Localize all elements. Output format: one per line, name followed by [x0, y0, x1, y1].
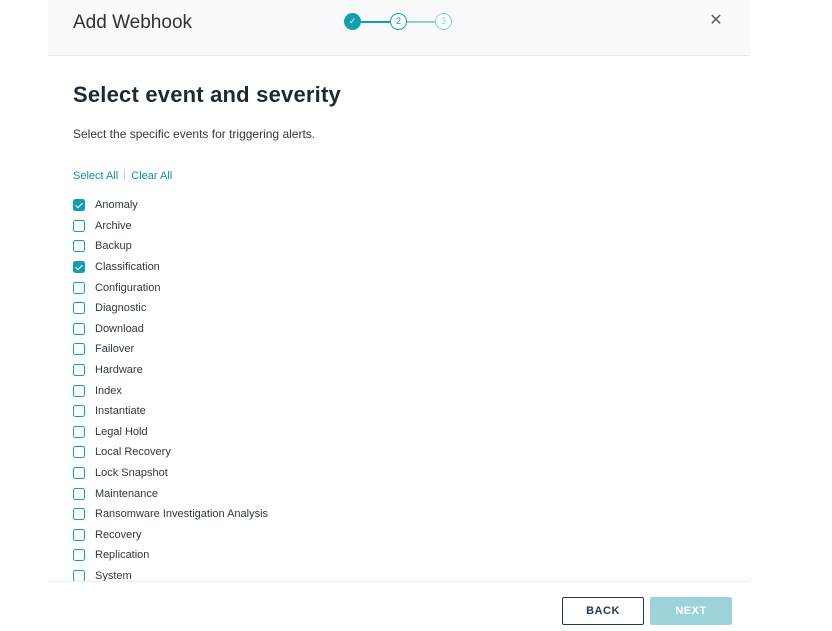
event-option[interactable]: Configuration: [73, 277, 673, 298]
event-option-label: Maintenance: [95, 487, 158, 500]
event-option-label: Recovery: [95, 528, 142, 541]
checkbox[interactable]: [73, 528, 85, 541]
close-icon[interactable]: ✕: [708, 12, 724, 30]
event-option[interactable]: System: [73, 566, 673, 581]
step-3-upcoming: 3: [435, 13, 452, 30]
step-1-done-check-icon: ✓: [344, 13, 361, 30]
checkbox[interactable]: [73, 487, 85, 500]
event-option[interactable]: Archive: [73, 216, 673, 237]
dialog-footer: BACK NEXT: [48, 581, 750, 631]
checkbox-checked[interactable]: [73, 261, 85, 274]
checkbox[interactable]: [73, 384, 85, 397]
checkbox[interactable]: [73, 302, 85, 315]
back-button[interactable]: BACK: [562, 597, 644, 625]
event-option-label: Download: [95, 322, 144, 335]
event-option-label: Hardware: [95, 364, 143, 377]
checkbox[interactable]: [73, 364, 85, 377]
checkbox[interactable]: [73, 240, 85, 253]
event-option-label: Local Recovery: [95, 446, 171, 459]
event-option-label: Configuration: [95, 281, 161, 294]
event-option-label: Instantiate: [95, 405, 146, 418]
add-webhook-dialog: Add Webhook ✓ 2 3 ✕ Select event and sev…: [48, 0, 750, 631]
event-option[interactable]: Failover: [73, 339, 673, 360]
event-option[interactable]: Replication: [73, 545, 673, 566]
event-option[interactable]: Classification: [73, 257, 673, 278]
event-option-label: Replication: [95, 549, 150, 562]
event-option[interactable]: Instantiate: [73, 401, 673, 422]
page-subtitle: Select the specific events for triggerin…: [73, 127, 316, 141]
step-2-current: 2: [390, 13, 407, 30]
event-option-label: Ransomware Investigation Analysis: [95, 508, 269, 521]
event-option-label: Anomaly: [95, 199, 138, 212]
event-option-label: Diagnostic: [95, 302, 147, 315]
dialog-title: Add Webhook: [73, 12, 193, 33]
event-option[interactable]: Legal Hold: [73, 422, 673, 443]
event-option[interactable]: Download: [73, 319, 673, 340]
checkbox[interactable]: [73, 549, 85, 562]
event-option[interactable]: Maintenance: [73, 483, 673, 504]
checkbox-checked[interactable]: [73, 199, 85, 212]
event-option-label: Failover: [95, 343, 135, 356]
event-option[interactable]: Lock Snapshot: [73, 463, 673, 484]
page-title: Select event and severity: [73, 82, 341, 107]
event-option-label: System: [95, 569, 132, 581]
checkbox[interactable]: [73, 343, 85, 356]
checkbox[interactable]: [73, 467, 85, 480]
stepper-connector: [361, 21, 390, 23]
event-option-label: Archive: [95, 219, 132, 232]
event-option-label: Index: [95, 384, 122, 397]
event-option[interactable]: Ransomware Investigation Analysis: [73, 504, 673, 525]
event-option[interactable]: Anomaly: [73, 195, 673, 216]
event-option-label: Classification: [95, 261, 160, 274]
event-option[interactable]: Index: [73, 380, 673, 401]
event-option-label: Backup: [95, 240, 132, 253]
checkbox[interactable]: [73, 569, 85, 581]
clear-all-link[interactable]: Clear All: [131, 170, 172, 182]
divider: [124, 169, 126, 180]
selection-actions: Select All Clear All: [73, 169, 172, 183]
event-option-label: Lock Snapshot: [95, 467, 168, 480]
checkbox[interactable]: [73, 219, 85, 232]
event-option[interactable]: Hardware: [73, 360, 673, 381]
checkbox[interactable]: [73, 446, 85, 459]
event-option-label: Legal Hold: [95, 425, 148, 438]
select-all-link[interactable]: Select All: [73, 170, 118, 182]
event-checkbox-list[interactable]: Anomaly Archive Backup Classification Config…: [73, 195, 673, 581]
event-option[interactable]: Recovery: [73, 525, 673, 546]
event-option[interactable]: Backup: [73, 236, 673, 257]
stepper-connector: [407, 21, 435, 23]
checkbox[interactable]: [73, 281, 85, 294]
checkbox[interactable]: [73, 425, 85, 438]
event-option[interactable]: Diagnostic: [73, 298, 673, 319]
wizard-stepper: ✓ 2 3: [344, 13, 454, 32]
dialog-header: Add Webhook ✓ 2 3 ✕: [48, 0, 750, 56]
event-option[interactable]: Local Recovery: [73, 442, 673, 463]
next-button[interactable]: NEXT: [650, 597, 732, 625]
checkbox[interactable]: [73, 508, 85, 521]
checkbox[interactable]: [73, 405, 85, 418]
checkbox[interactable]: [73, 322, 85, 335]
